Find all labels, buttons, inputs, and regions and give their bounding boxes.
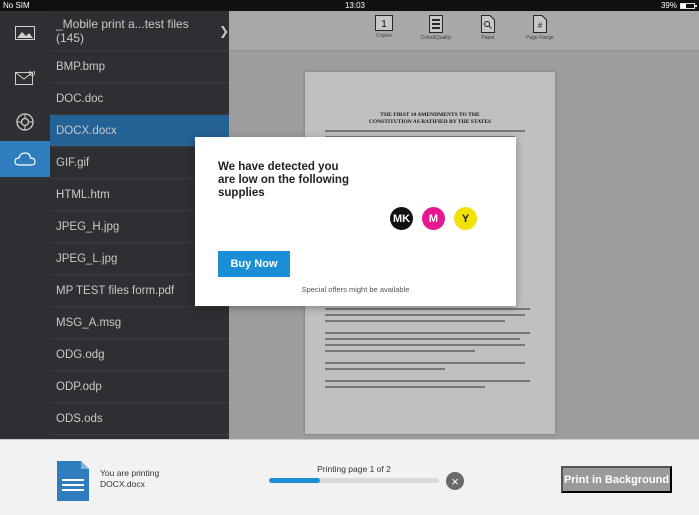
print-in-background-button[interactable]: Print in Background <box>561 466 672 493</box>
rail-item-cloud[interactable] <box>0 141 50 177</box>
print-progress-bar <box>269 478 439 483</box>
printing-info: You are printing DOCX.docx <box>100 468 159 490</box>
cancel-print-button[interactable]: × <box>446 472 464 490</box>
carrier-label: No SIM <box>3 1 30 10</box>
rail-item-settings[interactable] <box>0 104 50 140</box>
supply-m-badge: M <box>422 207 445 230</box>
document-icon <box>57 461 89 501</box>
rail-item-photos[interactable] <box>0 15 50 51</box>
page-progress-label: Printing page 1 of 2 <box>317 464 391 474</box>
close-icon: × <box>451 473 459 489</box>
print-status-bar: You are printing DOCX.docx Printing page… <box>0 439 699 515</box>
battery-percent: 39% <box>660 1 677 10</box>
buy-now-button[interactable]: Buy Now <box>218 251 290 277</box>
printing-label: You are printing <box>100 468 160 478</box>
low-supplies-dialog: We have detected you are low on the foll… <box>195 137 516 306</box>
photos-icon <box>15 26 35 40</box>
dialog-title: We have detected you are low on the foll… <box>218 161 349 199</box>
printing-filename: DOCX.docx <box>100 479 145 489</box>
battery-icon <box>680 2 697 9</box>
source-rail <box>0 11 50 439</box>
battery-indicator: 39% <box>660 0 697 11</box>
settings-icon <box>16 113 34 131</box>
cloud-icon <box>14 152 36 166</box>
rail-item-mail[interactable] <box>0 60 50 96</box>
special-offers-note: Special offers might be available <box>301 285 410 294</box>
print-progress-fill <box>269 478 320 483</box>
status-bar: No SIM 13:03 39% <box>0 0 699 11</box>
supply-mk-badge: MK <box>390 207 413 230</box>
clock: 13:03 <box>344 1 366 10</box>
mail-icon <box>15 71 35 85</box>
supply-y-badge: Y <box>454 207 477 230</box>
